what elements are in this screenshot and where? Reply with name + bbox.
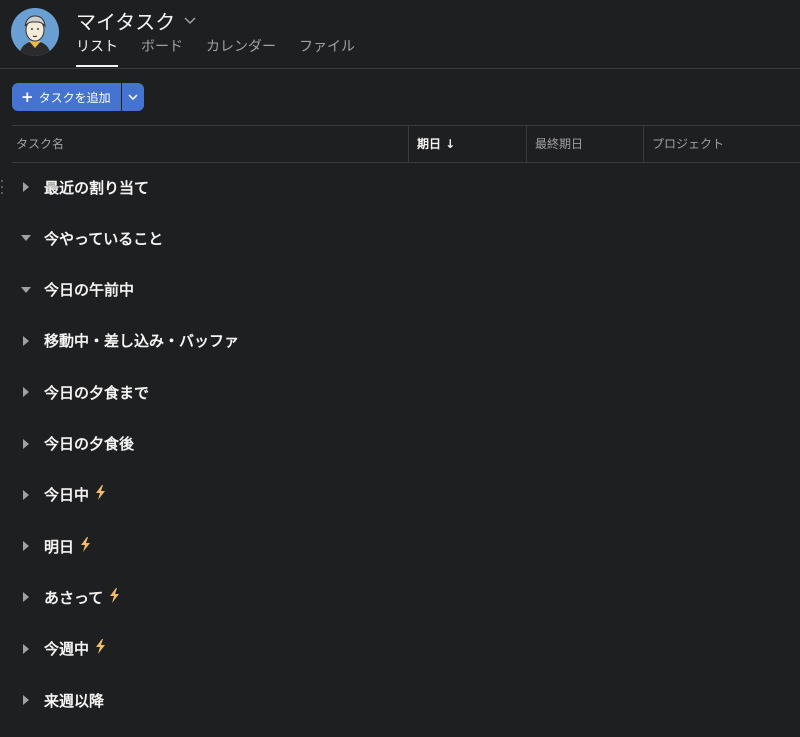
section-label[interactable]: 今週中: [44, 638, 106, 659]
section-label[interactable]: 今日の夕食まで: [44, 382, 149, 403]
section-title: 移動中・差し込み・バッファ: [44, 332, 240, 351]
section-row[interactable]: 来週以降: [0, 675, 800, 725]
section-row[interactable]: 明日: [0, 521, 800, 571]
caret-right-icon[interactable]: [20, 643, 32, 655]
section-row[interactable]: あさって: [0, 572, 800, 622]
page-header: マイタスク リスト ボード カレンダー ファイル: [0, 0, 800, 69]
section-label[interactable]: 今日の夕食後: [44, 433, 134, 454]
section-row[interactable]: 今日の夕食まで: [0, 367, 800, 417]
section-row[interactable]: 今週中: [0, 624, 800, 674]
section-title: 今週中: [44, 640, 90, 659]
section-title: 今日中: [44, 486, 90, 505]
column-task-name[interactable]: タスク名: [16, 126, 64, 162]
section-row[interactable]: 最近の割り当て: [0, 162, 800, 212]
plus-icon: +: [21, 87, 34, 106]
add-task-label: タスクを追加: [38, 90, 111, 105]
column-date[interactable]: 期日 ↓: [408, 126, 534, 162]
column-project[interactable]: プロジェクト: [643, 126, 800, 162]
caret-right-icon[interactable]: [20, 438, 32, 450]
caret-right-icon[interactable]: [20, 386, 32, 398]
chevron-down-icon: [128, 94, 138, 100]
section-title: 今日の夕食まで: [44, 383, 150, 402]
section-row[interactable]: 今日の午前中: [0, 265, 800, 315]
toolbar: + タスクを追加: [12, 83, 144, 111]
caret-right-icon[interactable]: [20, 591, 32, 603]
caret-right-icon[interactable]: [20, 540, 32, 552]
lightning-icon: [95, 485, 106, 504]
section-row[interactable]: 今やっていること: [0, 213, 800, 263]
caret-right-icon[interactable]: [20, 489, 32, 501]
lightning-icon: [80, 536, 91, 556]
tab-board[interactable]: ボード: [141, 37, 183, 67]
add-task-dropdown-button[interactable]: [121, 83, 144, 111]
section-label[interactable]: 移動中・差し込み・バッファ: [44, 330, 239, 351]
section-label[interactable]: あさって: [44, 587, 120, 608]
section-title: 今日の午前中: [44, 281, 135, 300]
section-title: あさって: [44, 588, 104, 607]
view-tabs: リスト ボード カレンダー ファイル: [76, 37, 378, 67]
section-label[interactable]: 最近の割り当て: [44, 177, 149, 198]
caret-down-icon[interactable]: [20, 232, 32, 244]
caret-right-icon[interactable]: [20, 181, 32, 193]
add-task-button[interactable]: + タスクを追加: [12, 83, 121, 111]
lightning-icon: [95, 639, 106, 658]
avatar[interactable]: [11, 8, 59, 56]
section-row[interactable]: 移動中・差し込み・バッファ: [0, 316, 800, 366]
section-label[interactable]: 今日中: [44, 484, 106, 505]
tab-calendar[interactable]: カレンダー: [206, 37, 276, 67]
section-title: 明日: [44, 537, 75, 556]
chevron-down-icon[interactable]: [183, 14, 197, 28]
caret-down-icon[interactable]: [20, 284, 32, 296]
tab-files[interactable]: ファイル: [299, 37, 355, 67]
column-due-date[interactable]: 最終期日: [526, 126, 651, 162]
caret-right-icon[interactable]: [20, 335, 32, 347]
section-row[interactable]: 今日中: [0, 470, 800, 520]
section-title: 今日の夕食後: [44, 435, 135, 453]
section-label[interactable]: 今日の午前中: [44, 279, 134, 300]
section-title: 最近の割り当て: [44, 178, 150, 197]
page-title: マイタスク: [76, 10, 176, 34]
section-title: 今やっていること: [44, 229, 164, 248]
tab-list[interactable]: リスト: [76, 37, 118, 67]
section-label[interactable]: 明日: [44, 536, 91, 557]
section-label[interactable]: 来週以降: [44, 690, 104, 711]
lightning-icon: [109, 587, 120, 607]
section-title: 来週以降: [44, 691, 105, 710]
column-header: タスク名 期日 ↓ 最終期日 プロジェクト: [12, 125, 800, 163]
section-row[interactable]: 今日の夕食後: [0, 419, 800, 469]
section-label[interactable]: 今やっていること: [44, 228, 163, 249]
caret-right-icon[interactable]: [20, 694, 32, 706]
